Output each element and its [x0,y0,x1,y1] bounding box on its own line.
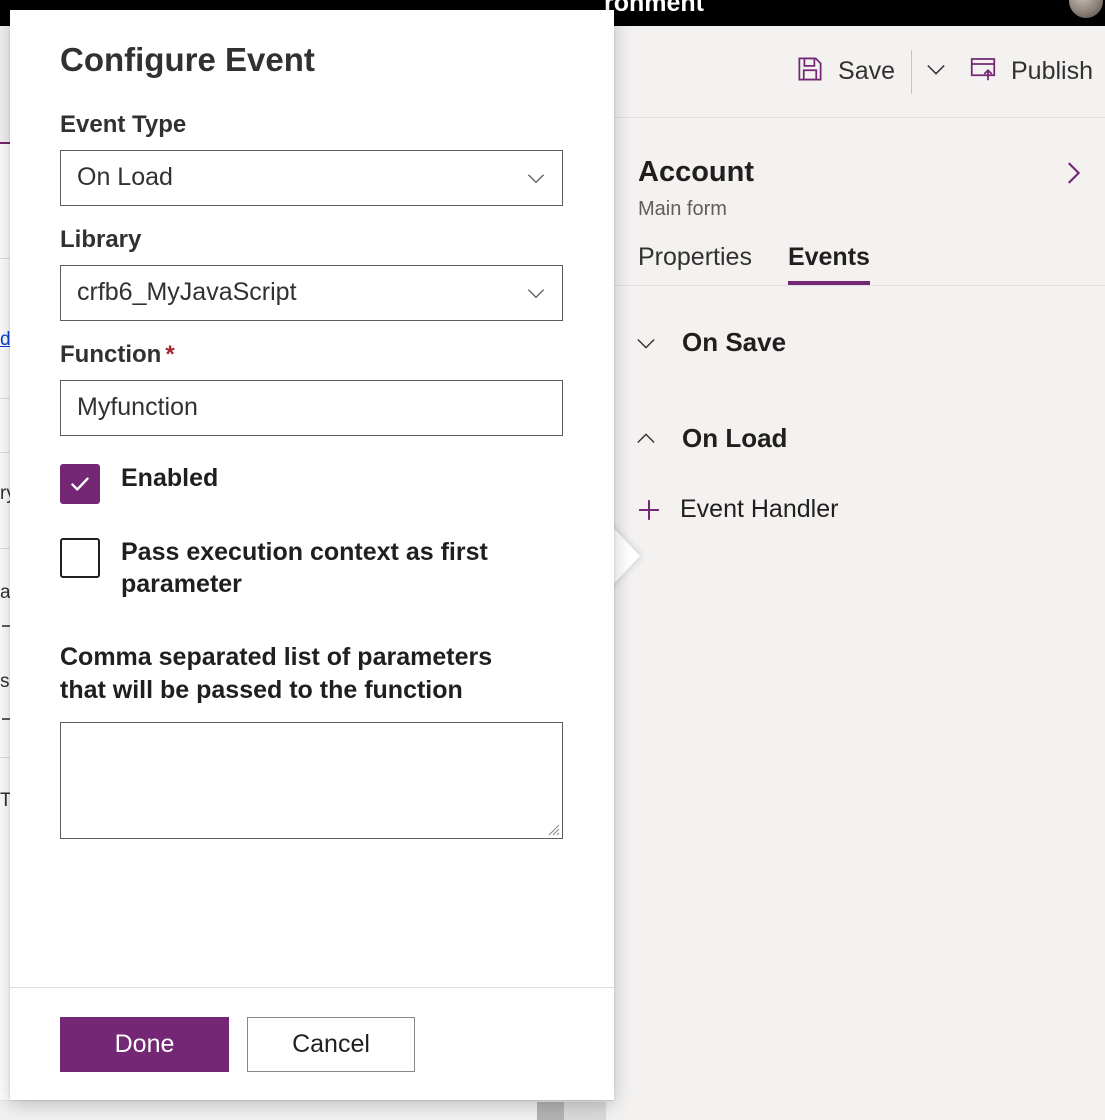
avatar[interactable] [1069,0,1103,18]
field-library: Library crfb6_MyJavaScript [60,225,564,321]
enabled-label: Enabled [121,463,219,492]
chevron-up-icon [632,425,660,453]
command-bar: Save Publish [614,26,1105,118]
parameters-textarea[interactable] [60,722,563,840]
event-type-value: On Load [77,165,173,191]
chevron-down-icon [522,164,550,192]
resize-grip-icon [548,824,560,836]
screen-root: di ry ai sin TS ronment [0,0,1105,1120]
library-dropdown[interactable]: crfb6_MyJavaScript [60,264,563,321]
publish-window-icon [968,54,998,89]
add-event-handler-label: Event Handler [680,495,839,524]
chevron-right-icon [1056,156,1090,195]
required-asterisk: * [165,340,175,368]
pass-execution-context-checkbox[interactable] [60,537,100,578]
panel-subtitle: Main form [638,197,727,220]
cancel-button[interactable]: Cancel [247,1016,415,1072]
function-value: Myfunction [77,395,198,421]
panel-tabs: Properties Events [614,221,1105,286]
save-button[interactable]: Save [783,50,907,94]
checkbox-row-pass-context: Pass execution context as first paramete… [60,536,564,601]
command-bar-separator [911,49,912,94]
environment-title-fragment: ronment [604,0,704,17]
event-type-dropdown[interactable]: On Load [60,149,563,206]
scrollbar-thumb[interactable] [537,1102,564,1120]
library-value: crfb6_MyJavaScript [77,280,297,306]
dialog-footer: Done Cancel [10,987,614,1100]
dialog-body: Configure Event Event Type On Load Libra… [10,10,614,987]
scrollbar-track[interactable] [564,1102,606,1120]
horizontal-scrollbar[interactable] [0,1100,614,1120]
function-label: Function * [60,340,564,370]
event-group-on-save[interactable]: On Save [632,312,1081,374]
tab-events[interactable]: Events [787,243,870,285]
publish-button[interactable]: Publish [956,50,1105,94]
chevron-down-icon [522,279,550,307]
form-properties-panel: Account Main form Properties Events On S… [614,119,1105,1120]
configure-event-dialog: Configure Event Event Type On Load Libra… [10,10,614,1100]
function-input[interactable]: Myfunction [60,379,563,436]
chevron-down-icon [922,55,950,88]
dialog-title: Configure Event [60,41,315,78]
library-label: Library [60,225,142,253]
checkbox-row-enabled: Enabled [60,462,564,504]
tab-properties[interactable]: Properties [638,243,752,285]
check-icon [71,476,89,491]
parameters-label: Comma separated list of parameters that … [60,642,493,705]
event-type-label: Event Type [60,110,187,138]
floppy-disk-icon [795,54,825,89]
add-event-handler-button[interactable]: Event Handler [632,482,1081,538]
events-list: On Save On Load Event Handler [614,286,1105,538]
done-button[interactable]: Done [60,1016,229,1072]
function-label-text: Function [60,340,162,368]
event-group-on-load[interactable]: On Load [632,408,1081,470]
page-title: Account [638,156,754,188]
save-options-button[interactable] [916,50,956,94]
event-group-label: On Load [682,423,788,454]
publish-label: Publish [1011,57,1093,85]
event-group-label: On Save [682,327,787,358]
field-function: Function * Myfunction [60,340,564,436]
field-event-type: Event Type On Load [60,110,564,206]
panel-header: Account Main form [614,119,1105,221]
save-label: Save [838,57,895,85]
pass-execution-context-label: Pass execution context as first paramete… [121,537,488,599]
chevron-down-icon [632,329,660,357]
enabled-checkbox[interactable] [60,463,100,504]
panel-expand-button[interactable] [1051,153,1095,197]
